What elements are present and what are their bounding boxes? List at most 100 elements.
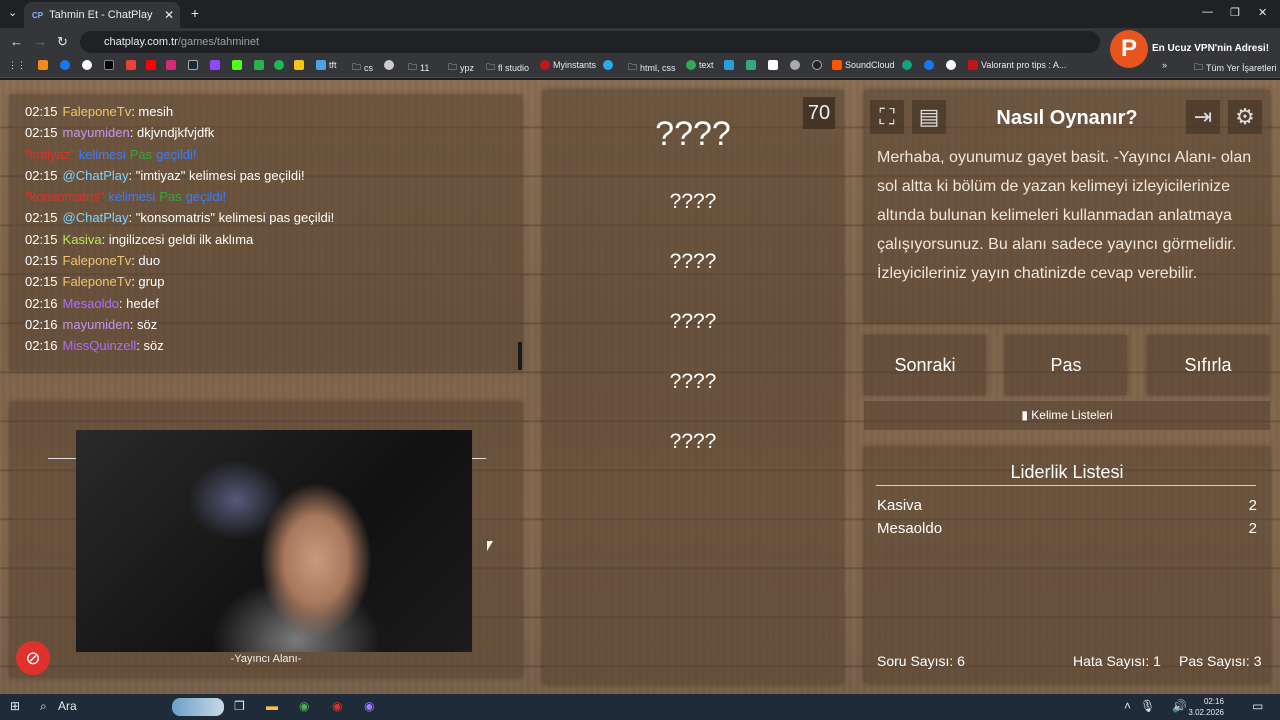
- settings-gear-icon[interactable]: ⚙: [1228, 100, 1262, 134]
- bookmark-github-icon[interactable]: [812, 60, 822, 70]
- tab-list-icon[interactable]: ⌄: [8, 6, 17, 19]
- forward-icon[interactable]: →: [34, 34, 47, 49]
- bookmark-l-icon[interactable]: [724, 60, 734, 70]
- obs-icon[interactable]: ◉: [332, 699, 342, 713]
- file-explorer-icon[interactable]: ▬: [266, 699, 278, 713]
- bookmark-twitch-icon[interactable]: [210, 60, 220, 70]
- chat-username[interactable]: mayumiden: [63, 125, 130, 140]
- close-window-icon[interactable]: ✕: [1258, 6, 1267, 19]
- discord-icon[interactable]: ◉: [364, 699, 374, 713]
- bookmark-tft[interactable]: tft: [316, 60, 337, 70]
- bookmark-globe-icon[interactable]: [790, 60, 800, 70]
- divider: [48, 458, 78, 459]
- pass-button[interactable]: Pas: [1005, 335, 1127, 395]
- clipboard-icon: ▮: [1021, 408, 1032, 422]
- bookmark-ypz[interactable]: 🗀 ypz: [448, 60, 474, 76]
- clock-date: 3.02.2026: [1188, 708, 1224, 717]
- chat-username[interactable]: Mesaoldo: [63, 296, 119, 311]
- search-highlight-icon[interactable]: [172, 698, 224, 716]
- system-text: geçildi!: [185, 189, 227, 205]
- bookmark-green-icon[interactable]: [254, 60, 264, 70]
- bookmark-valorant[interactable]: Valorant pro tips : A...: [968, 60, 1066, 70]
- bookmark-html-css[interactable]: 🗀 html, css: [628, 60, 676, 76]
- url-path: /games/tahminet: [177, 36, 260, 48]
- system-text: kelimesi: [108, 189, 156, 205]
- volume-icon[interactable]: 🔊: [1172, 699, 1187, 713]
- bookmark-steam-icon[interactable]: [188, 60, 198, 70]
- chat-time: 02:16: [25, 338, 58, 354]
- player-name: Kasiva: [877, 497, 923, 514]
- tray-chevron-icon[interactable]: ˄: [1124, 699, 1131, 713]
- system-text: kelimesi: [78, 146, 126, 162]
- search-icon[interactable]: ⌕: [40, 699, 47, 714]
- bookmark-fire-icon[interactable]: [38, 60, 48, 70]
- chrome-icon[interactable]: ◉: [299, 699, 309, 713]
- chat-username[interactable]: mayumiden: [63, 317, 130, 332]
- next-button[interactable]: Sonraki: [864, 335, 986, 395]
- bookmark-soundcloud[interactable]: SoundCloud: [832, 60, 895, 70]
- browser-tab[interactable]: CP Tahmin Et - ChatPlay ✕: [24, 2, 180, 28]
- bookmark-facebook-icon[interactable]: [60, 60, 70, 70]
- chat-time: 02:15: [25, 253, 58, 269]
- block-icon[interactable]: [16, 641, 50, 675]
- forbidden-word: ????: [669, 370, 717, 393]
- task-view-icon[interactable]: ❐: [234, 699, 245, 713]
- mic-icon[interactable]: 🎙: [1140, 699, 1155, 713]
- question-count: Soru Sayısı: 6: [877, 653, 965, 669]
- bookmark-yellow-icon[interactable]: [294, 60, 304, 70]
- chat-username[interactable]: Kasiva: [63, 232, 102, 247]
- bookmark-text[interactable]: text: [686, 60, 714, 70]
- chat-line: 02:15 @ChatPlay: "imtiyaz" kelimesi pas g…: [25, 165, 522, 186]
- bookmark-cs[interactable]: 🗀 cs: [352, 60, 373, 76]
- notifications-icon[interactable]: ▭: [1252, 699, 1263, 713]
- bookmark-youtube-icon[interactable]: [146, 60, 156, 70]
- chat-username[interactable]: FaleponeTv: [63, 104, 132, 119]
- bookmark-kick-icon[interactable]: [232, 60, 242, 70]
- chat-username[interactable]: MissQuinzell: [63, 338, 137, 353]
- vpn-ad[interactable]: P En Ucuz VPN'nin Adresi!: [1110, 30, 1280, 70]
- bookmark-notion-icon[interactable]: [768, 60, 778, 70]
- word-lists-button[interactable]: ▮ Kelime Listeleri: [864, 401, 1270, 430]
- reset-button[interactable]: Sıfırla: [1147, 335, 1269, 395]
- url-field[interactable]: chatplay.com.tr/games/tahminet: [80, 31, 1100, 53]
- chat-scrollbar[interactable]: [518, 342, 522, 370]
- chat-line: 02:15 FaleponeTv: mesih: [25, 101, 522, 122]
- bookmark-circle-icon[interactable]: [384, 60, 394, 70]
- minimize-icon[interactable]: —: [1202, 6, 1213, 18]
- clock[interactable]: 02:16 3.02.2026: [1188, 696, 1224, 718]
- bookmark-fl-studio[interactable]: 🗀 fl studio: [486, 60, 529, 76]
- bookmark-facebook2-icon[interactable]: [924, 60, 934, 70]
- bookmark-myinstants[interactable]: Myinstants: [540, 60, 596, 70]
- chat-username[interactable]: @ChatPlay: [63, 210, 129, 225]
- bookmark-google2-icon[interactable]: [946, 60, 956, 70]
- reload-icon[interactable]: ↻: [57, 34, 68, 50]
- main-word: ????: [655, 115, 731, 153]
- bookmarks-bar: ⋮⋮ tft 🗀 cs 🗀 11 🗀 ypz 🗀 fl studio Myinstant…: [0, 56, 1280, 78]
- bookmark-spotify-icon[interactable]: [274, 60, 284, 70]
- leaderboard-row: Mesaoldo 2: [877, 520, 1257, 537]
- bookmark-chatgpt-icon[interactable]: [902, 60, 912, 70]
- taskbar-search-label[interactable]: Ara: [58, 699, 77, 713]
- chat-line: 02:15 FaleponeTv: duo: [25, 250, 522, 271]
- bookmark-11[interactable]: 🗀 11: [408, 60, 429, 76]
- bookmark-instagram-icon[interactable]: [166, 60, 176, 70]
- bookmark-x-icon[interactable]: [104, 60, 114, 70]
- ad-logo-icon: P: [1110, 30, 1148, 68]
- chat-username[interactable]: FaleponeTv: [63, 274, 132, 289]
- back-icon[interactable]: ←: [10, 34, 23, 49]
- restore-icon[interactable]: ❐: [1230, 6, 1240, 19]
- bookmark-google-icon[interactable]: [82, 60, 92, 70]
- leaderboard-panel: Liderlik Listesi Kasiva 2 Mesaoldo 2 Soru …: [864, 447, 1270, 683]
- close-tab-icon[interactable]: ✕: [164, 8, 174, 22]
- bookmark-z-icon[interactable]: [746, 60, 756, 70]
- forbidden-word: ????: [669, 430, 717, 453]
- apps-icon[interactable]: ⋮⋮: [8, 60, 26, 71]
- bookmark-telegram-icon[interactable]: [603, 60, 613, 70]
- chat-username[interactable]: FaleponeTv: [63, 253, 132, 268]
- clock-time: 02:16: [1203, 697, 1224, 706]
- bookmark-gmail-icon[interactable]: [126, 60, 136, 70]
- chat-username[interactable]: @ChatPlay: [63, 168, 129, 183]
- windows-start-icon[interactable]: ⊞: [10, 699, 20, 713]
- new-tab-button[interactable]: +: [186, 5, 204, 23]
- exit-icon[interactable]: ⇥: [1186, 100, 1220, 134]
